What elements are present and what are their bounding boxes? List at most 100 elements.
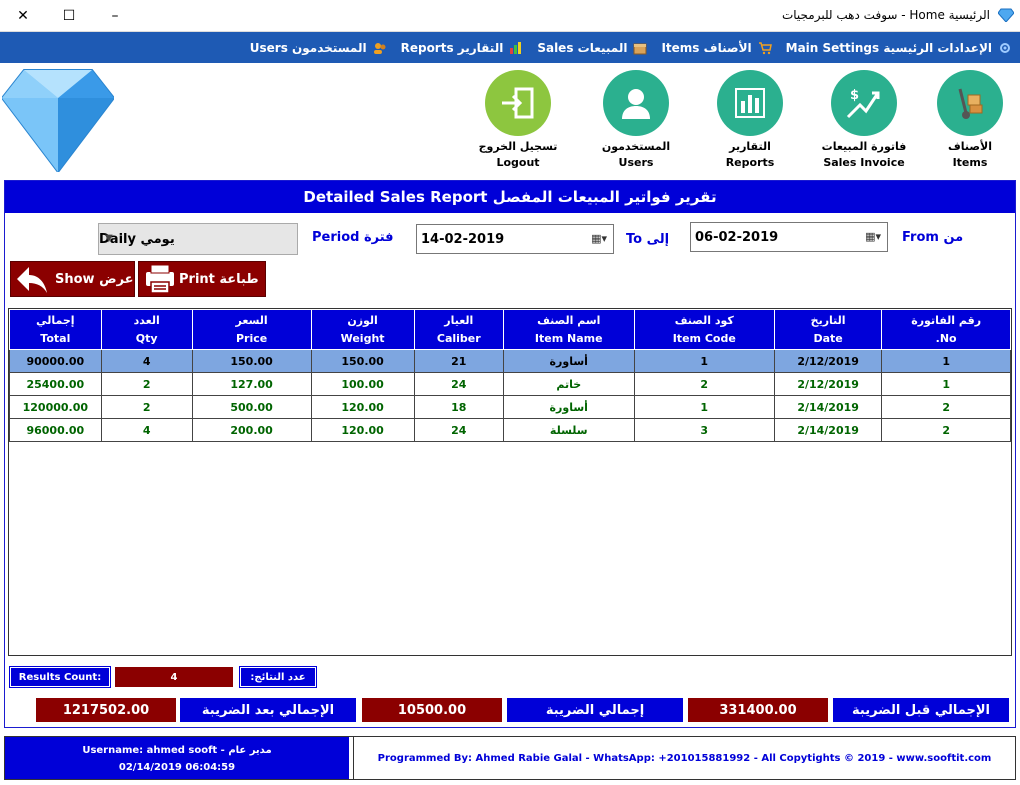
cell-total: 120000.00 bbox=[9, 395, 102, 419]
results-count-label-en: Results Count: bbox=[9, 666, 111, 688]
cell-price: 150.00 bbox=[191, 349, 312, 373]
to-date-picker[interactable]: 14-02-2019 ▦▾ bbox=[416, 224, 614, 254]
column-header-invoice-no[interactable]: رقم الفاتورة No. bbox=[881, 309, 1011, 350]
chart-icon bbox=[510, 41, 522, 54]
cell-qty: 4 bbox=[100, 349, 193, 373]
status-copyright: Programmed By: Ahmed Rabie Galal - Whats… bbox=[353, 737, 1015, 779]
column-header-price[interactable]: السعر Price bbox=[191, 309, 312, 350]
cell-invoice-no: 1 bbox=[881, 372, 1011, 396]
toolbar: تسجيل الخروج Logout المستخدمون Users الت… bbox=[0, 64, 1020, 178]
cell-item-name: أساورة bbox=[502, 395, 635, 419]
from-date-picker[interactable]: 06-02-2019 ▦▾ bbox=[690, 222, 888, 252]
cell-date: 2/12/2019 bbox=[773, 372, 883, 396]
from-label: من From bbox=[902, 230, 964, 245]
before-tax-value: 331400.00 bbox=[688, 698, 828, 722]
cell-caliber: 18 bbox=[413, 395, 504, 419]
toolbar-sales-label-en: Sales Invoice bbox=[823, 156, 905, 169]
show-button[interactable]: عرض Show bbox=[10, 261, 135, 297]
toolbar-reports-label-en: Reports bbox=[725, 156, 775, 169]
menu-sales-label: المبيعات Sales bbox=[537, 40, 628, 55]
toolbar-users-label-en: Users bbox=[618, 156, 654, 169]
menu-reports[interactable]: التقارير Reports bbox=[401, 41, 524, 55]
cell-invoice-no: 1 bbox=[881, 349, 1011, 373]
printer-icon bbox=[146, 264, 174, 294]
hand-truck-icon bbox=[937, 70, 1003, 136]
back-arrow-icon bbox=[17, 267, 47, 293]
toolbar-logout-label-ar: تسجيل الخروج bbox=[478, 140, 558, 153]
cell-item-name: أساورة bbox=[502, 349, 635, 373]
users-icon bbox=[373, 42, 386, 54]
cell-price: 127.00 bbox=[191, 372, 312, 396]
results-count-label-ar: عدد النتائج: bbox=[239, 666, 317, 688]
toolbar-items[interactable]: الأصناف Items bbox=[920, 70, 1020, 169]
toolbar-reports[interactable]: التقارير Reports bbox=[700, 70, 800, 169]
menu-users-label: المستخدمون Users bbox=[249, 40, 367, 55]
cell-weight: 120.00 bbox=[310, 395, 415, 419]
cell-date: 2/14/2019 bbox=[773, 418, 883, 442]
minimize-button[interactable]: – bbox=[92, 0, 138, 31]
sales-report-table[interactable]: رقم الفاتورة No. التاريخ Date كود الصنف Ite… bbox=[8, 308, 1012, 656]
toolbar-sales-invoice[interactable]: $ فاتورة المبيعات Sales Invoice bbox=[814, 70, 914, 169]
toolbar-users[interactable]: المستخدمون Users bbox=[586, 70, 686, 169]
after-tax-label: الإجمالي بعد الضريبة bbox=[180, 698, 356, 722]
cell-item-code: 2 bbox=[633, 372, 775, 396]
cell-item-code: 1 bbox=[633, 395, 775, 419]
maximize-button[interactable]: ☐ bbox=[46, 0, 92, 31]
diamond-app-icon bbox=[998, 8, 1014, 22]
menu-main-settings[interactable]: الإعدادات الرئيسية Main Settings bbox=[786, 41, 1012, 55]
tax-value: 10500.00 bbox=[362, 698, 502, 722]
show-button-label: عرض Show bbox=[55, 271, 134, 287]
toolbar-logout[interactable]: تسجيل الخروج Logout bbox=[468, 70, 568, 169]
cell-invoice-no: 2 bbox=[881, 395, 1011, 419]
before-tax-label: الإجمالي قبل الضريبة bbox=[833, 698, 1009, 722]
box-icon bbox=[633, 43, 647, 54]
column-header-weight[interactable]: الوزن Weight bbox=[310, 309, 415, 350]
tax-label: إجمالي الضريبة bbox=[507, 698, 683, 722]
to-date-value: 14-02-2019 bbox=[421, 231, 505, 247]
table-row[interactable]: 2 2/14/2019 1 أساورة 18 120.00 500.00 2 … bbox=[9, 395, 1011, 419]
cell-item-name: خاتم bbox=[502, 372, 635, 396]
cell-total: 90000.00 bbox=[9, 349, 102, 373]
cell-weight: 150.00 bbox=[310, 349, 415, 373]
column-header-date[interactable]: التاريخ Date bbox=[773, 309, 883, 350]
column-header-item-code[interactable]: كود الصنف Item Code bbox=[633, 309, 775, 350]
menu-items[interactable]: الأصناف Items bbox=[661, 40, 772, 55]
cell-weight: 120.00 bbox=[310, 418, 415, 442]
cell-item-code: 3 bbox=[633, 418, 775, 442]
calendar-dropdown-icon[interactable]: ▦▾ bbox=[591, 232, 607, 245]
cell-price: 500.00 bbox=[191, 395, 312, 419]
close-button[interactable]: ✕ bbox=[0, 0, 46, 31]
after-tax-value: 1217502.00 bbox=[36, 698, 176, 722]
title-bar: ✕ ☐ – الرئيسية Home - سوفت دهب للبرمجيات bbox=[0, 0, 1020, 32]
menu-reports-label: التقارير Reports bbox=[400, 40, 504, 55]
logout-icon bbox=[485, 70, 551, 136]
column-header-caliber[interactable]: العيار Caliber bbox=[413, 309, 504, 350]
cell-date: 2/12/2019 bbox=[773, 349, 883, 373]
report-header: Detailed Sales Report تقرير فواتير المبي… bbox=[5, 181, 1015, 213]
column-header-qty[interactable]: العدد Qty bbox=[100, 309, 193, 350]
toolbar-reports-label-ar: التقارير bbox=[729, 140, 771, 153]
menu-items-label: الأصناف Items bbox=[661, 40, 752, 55]
chevron-down-icon: ▼ bbox=[105, 233, 113, 244]
print-button[interactable]: طباعة Print bbox=[138, 261, 266, 297]
status-user-info: Username: ahmed sooft - مدير عام 02/14/2… bbox=[5, 737, 349, 779]
column-header-item-name[interactable]: اسم الصنف Item Name bbox=[502, 309, 635, 350]
from-date-value: 06-02-2019 bbox=[695, 229, 779, 245]
status-bar: Username: ahmed sooft - مدير عام 02/14/2… bbox=[4, 736, 1016, 780]
menu-sales[interactable]: المبيعات Sales bbox=[537, 41, 647, 55]
calendar-dropdown-icon[interactable]: ▦▾ bbox=[865, 230, 881, 243]
period-select[interactable]: يومي Daily ▼ bbox=[98, 223, 298, 255]
print-button-label: طباعة Print bbox=[179, 271, 259, 287]
toolbar-users-label-ar: المستخدمون bbox=[601, 140, 671, 153]
cell-caliber: 24 bbox=[413, 418, 504, 442]
column-header-total[interactable]: إجمالي Total bbox=[9, 309, 102, 350]
table-row[interactable]: 2 2/14/2019 3 سلسلة 24 120.00 200.00 4 9… bbox=[9, 418, 1011, 442]
cell-total: 96000.00 bbox=[9, 418, 102, 442]
toolbar-items-label-en: Items bbox=[952, 156, 988, 169]
menu-users[interactable]: المستخدمون Users bbox=[250, 41, 387, 55]
sales-growth-icon: $ bbox=[831, 70, 897, 136]
status-username: Username: ahmed sooft - مدير عام bbox=[82, 745, 272, 756]
table-row[interactable]: 1 2/12/2019 1 أساورة 21 150.00 150.00 4 … bbox=[9, 349, 1011, 373]
table-row[interactable]: 1 2/12/2019 2 خاتم 24 100.00 127.00 2 25… bbox=[9, 372, 1011, 396]
toolbar-logout-label-en: Logout bbox=[496, 156, 540, 169]
